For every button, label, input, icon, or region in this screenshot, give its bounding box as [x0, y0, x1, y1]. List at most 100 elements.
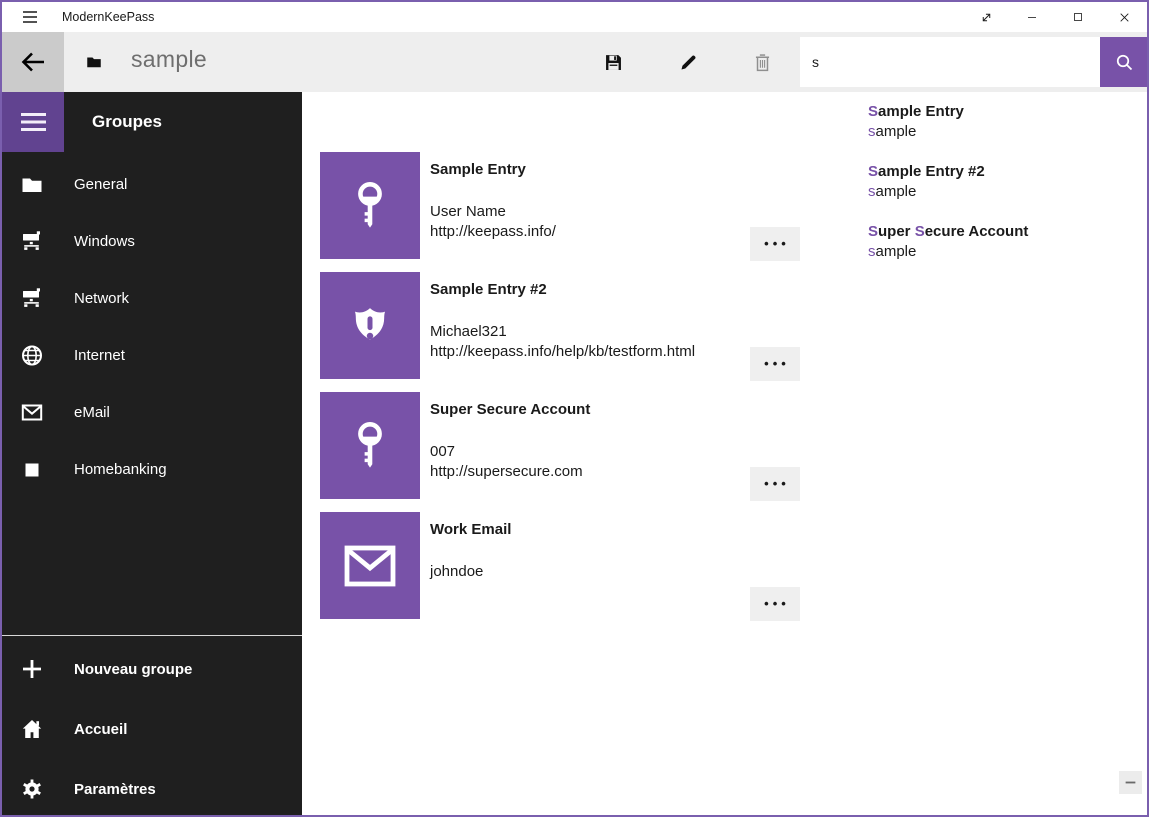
app-window: ModernKeePass	[0, 0, 1149, 817]
square-icon	[20, 458, 44, 482]
save-icon	[603, 52, 624, 73]
entry-row-super-secure-account[interactable]: Super Secure Account 007http://supersecur…	[320, 392, 880, 499]
command-bar: sample	[2, 32, 1147, 92]
sidebar-action-accueil[interactable]: Accueil	[2, 699, 302, 759]
envelope-icon	[20, 401, 44, 425]
entry-title: Work Email	[430, 521, 511, 538]
suggestion-text: ample	[876, 123, 917, 140]
titlebar-hamburger-button[interactable]	[13, 2, 47, 32]
suggestion-title: Sample Entry #2	[868, 162, 1149, 182]
suggestion-subtitle: sample	[868, 242, 1149, 262]
minimize-icon	[1026, 11, 1038, 23]
save-button[interactable]	[593, 42, 633, 82]
suggestion-title: Super Secure Account	[868, 222, 1149, 242]
workstation-icon	[20, 287, 44, 311]
edit-icon	[678, 52, 699, 73]
entry-row-sample-entry-2[interactable]: Sample Entry #2 Michael321http://keepass.…	[320, 272, 880, 379]
hamburger-icon	[20, 111, 47, 133]
close-button[interactable]	[1101, 2, 1147, 32]
sidebar: Groupes General WindowsNetwork Internet eMa…	[2, 92, 302, 815]
group-list: General WindowsNetwork Internet eMailHomeba…	[2, 156, 302, 498]
workstation-icon	[20, 230, 44, 254]
sidebar-item-internet[interactable]: Internet	[2, 327, 302, 384]
sidebar-item-label: General	[74, 176, 127, 193]
folder-icon	[20, 173, 44, 197]
suggestion-item[interactable]: Sample Entrysample	[800, 100, 1149, 160]
group-folder-icon	[85, 53, 103, 71]
exit-fullscreen-button[interactable]	[963, 2, 1009, 32]
entry-tile[interactable]	[320, 392, 420, 499]
entry-row-sample-entry[interactable]: Sample EntryUser Namehttp://keepass.info…	[320, 152, 880, 259]
suggestion-item[interactable]: Sample Entry #2sample	[800, 160, 1149, 220]
sidebar-item-general[interactable]: General	[2, 156, 302, 213]
hamburger-icon	[22, 10, 38, 24]
search-button[interactable]	[1100, 37, 1149, 87]
search-suggestions: Sample EntrysampleSample Entry #2sampleS…	[800, 92, 1149, 294]
match-highlight: s	[868, 243, 876, 260]
entry-tile[interactable]	[320, 512, 420, 619]
sidebar-header: Groupes	[92, 112, 162, 132]
maximize-icon	[1072, 11, 1084, 23]
entry-details: Michael321http://keepass.info/help/kb/te…	[430, 322, 695, 362]
suggestion-text: ample	[876, 243, 917, 260]
back-button[interactable]	[2, 32, 64, 92]
delete-button[interactable]	[742, 42, 782, 82]
gear-icon	[20, 777, 44, 801]
search-input[interactable]	[800, 37, 1100, 87]
more-button[interactable]: •••	[750, 587, 800, 621]
sidebar-action-nouveau-groupe[interactable]: Nouveau groupe	[2, 639, 302, 699]
sidebar-item-homebanking[interactable]: Homebanking	[2, 441, 302, 498]
sidebar-divider	[2, 635, 302, 636]
zoom-out-button[interactable]	[1119, 771, 1142, 794]
suggestion-text: ample	[876, 183, 917, 200]
more-button[interactable]: •••	[750, 467, 800, 501]
entry-detail-line: Michael321	[430, 322, 695, 342]
sidebar-action-label: Paramètres	[74, 781, 156, 798]
entry-details: johndoe	[430, 562, 483, 582]
app-title: ModernKeePass	[62, 2, 154, 32]
entry-list: Sample EntryUser Namehttp://keepass.info…	[320, 152, 880, 632]
entry-title: Sample Entry #2	[430, 281, 547, 298]
suggestion-text: ample Entry	[878, 103, 964, 120]
minus-icon	[1124, 776, 1137, 789]
minimize-button[interactable]	[1009, 2, 1055, 32]
sidebar-item-windows[interactable]: Windows	[2, 213, 302, 270]
exit-fullscreen-icon	[980, 11, 993, 24]
sidebar-action-list: Nouveau groupe Accueil Paramètres	[2, 639, 302, 817]
entry-detail-line: User Name	[430, 202, 556, 222]
entry-detail-line: http://keepass.info/help/kb/testform.htm…	[430, 342, 695, 362]
entry-details: 007http://supersecure.com	[430, 442, 583, 482]
match-highlight: s	[868, 183, 876, 200]
entry-detail-line: johndoe	[430, 562, 483, 582]
more-button[interactable]: •••	[750, 227, 800, 261]
edit-button[interactable]	[668, 42, 708, 82]
sidebar-item-network[interactable]: Network	[2, 270, 302, 327]
entry-title: Super Secure Account	[430, 401, 590, 418]
key-icon	[347, 420, 393, 472]
sidebar-action-label: Accueil	[74, 721, 127, 738]
maximize-button[interactable]	[1055, 2, 1101, 32]
suggestion-item[interactable]: Super Secure Accountsample	[800, 220, 1149, 280]
match-highlight: S	[868, 163, 878, 180]
arrow-left-icon	[20, 51, 46, 73]
entry-tile[interactable]	[320, 272, 420, 379]
entry-detail-line: http://keepass.info/	[430, 222, 556, 242]
entry-row-work-email[interactable]: Work Email johndoe •••	[320, 512, 880, 619]
sidebar-item-email[interactable]: eMail	[2, 384, 302, 441]
page-title: sample	[131, 46, 207, 73]
suggestion-text: ecure Account	[925, 223, 1029, 240]
key-icon	[347, 180, 393, 232]
suggestion-title: Sample Entry	[868, 102, 1149, 122]
entry-details: User Namehttp://keepass.info/	[430, 202, 556, 242]
entry-tile[interactable]	[320, 152, 420, 259]
nav-toggle-button[interactable]	[2, 92, 64, 152]
match-highlight: S	[868, 223, 878, 240]
suggestion-text: uper	[878, 223, 915, 240]
match-highlight: S	[868, 103, 878, 120]
home-icon	[20, 717, 44, 741]
sidebar-action-param-tres[interactable]: Paramètres	[2, 759, 302, 817]
more-button[interactable]: •••	[750, 347, 800, 381]
sidebar-item-label: Internet	[74, 347, 125, 364]
match-highlight: s	[868, 123, 876, 140]
suggestion-subtitle: sample	[868, 182, 1149, 202]
